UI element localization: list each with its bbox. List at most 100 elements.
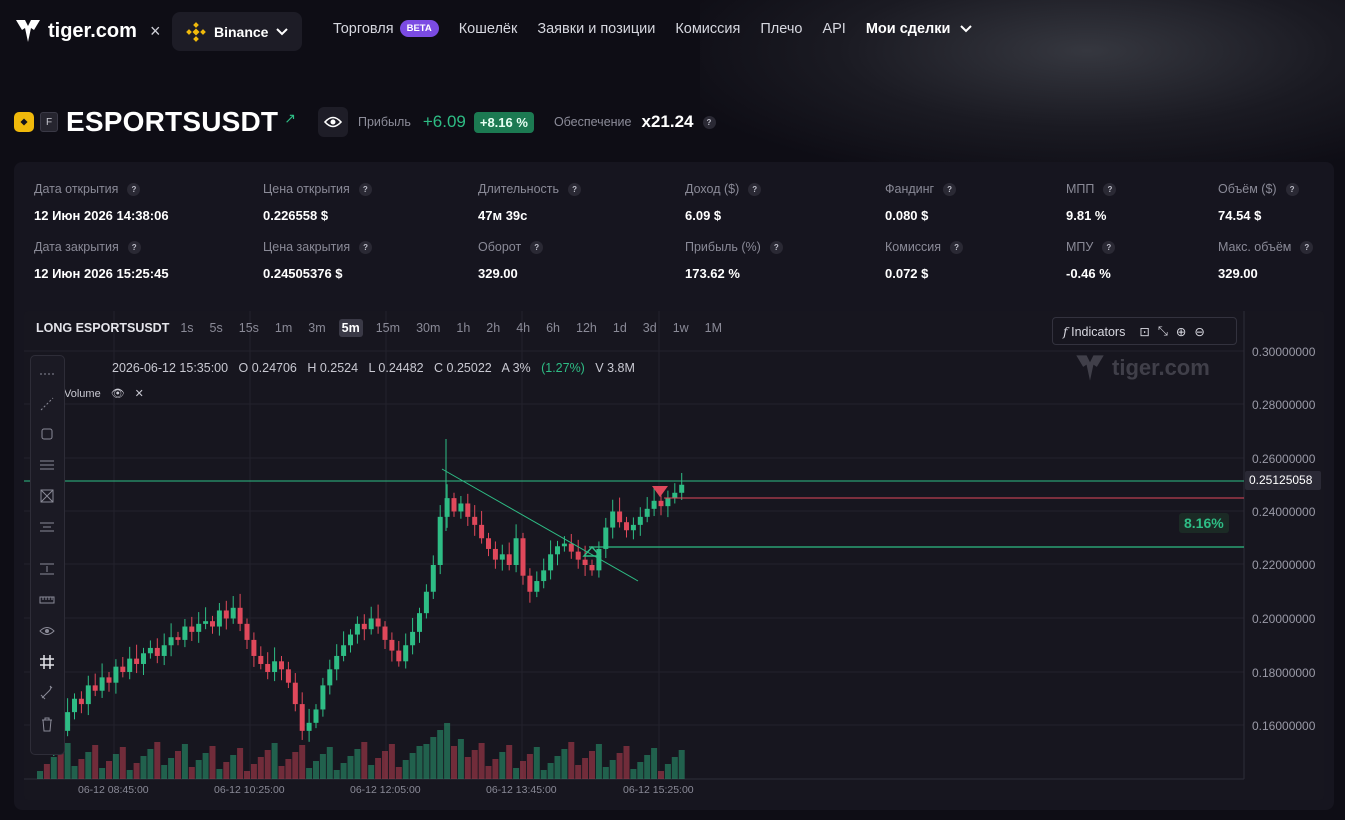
eye-icon[interactable]: 👁 [111,387,125,400]
timeframe-1M[interactable]: 1M [702,319,725,337]
trash-icon[interactable] [39,716,55,732]
zoom-in-icon[interactable]: ⊕ [1176,324,1186,339]
candle-body [348,634,353,646]
volume-bar [547,763,554,779]
volume-bar [340,763,347,779]
timeframe-1s[interactable]: 1s [177,319,196,337]
timeframe-15m[interactable]: 15m [373,319,403,337]
volume-bar [375,758,382,779]
timeframe-2h[interactable]: 2h [483,319,503,337]
fullscreen-icon[interactable]: ⤡ [1158,324,1168,339]
candlestick-chart[interactable] [24,311,1324,800]
timeframe-1h[interactable]: 1h [453,319,473,337]
candle-body [492,548,498,560]
timeframe-1m[interactable]: 1m [272,319,295,337]
timeframe-5s[interactable]: 5s [207,319,226,337]
help-icon[interactable]: ? [748,183,762,197]
nav-my-trades[interactable]: Мои сделки [866,21,973,37]
magnet-icon[interactable] [39,685,55,701]
help-icon[interactable]: ? [950,241,964,255]
price-chart[interactable]: LONG ESPORTSUSDT 1s 5s 15s 1m 3m 5m 15m 30m 1h 2h… [24,311,1324,800]
trendline-icon[interactable] [39,396,55,412]
stat-value: 6.09 $ [685,208,722,224]
help-icon[interactable]: ? [1285,183,1299,197]
candle-body [120,666,126,672]
candle-body [527,575,533,592]
visibility-toggle[interactable] [317,107,348,137]
timeframe-6h[interactable]: 6h [543,319,563,337]
eye-icon[interactable] [39,623,55,639]
volume-bar [575,765,582,779]
time-label: 06-12 12:05:00 [350,784,421,796]
crosshair-icon[interactable] [39,366,55,382]
volume-bar [257,757,264,779]
help-icon[interactable]: ? [127,241,141,255]
candle-body [141,653,146,664]
close-icon[interactable]: ✕ [135,387,144,400]
zoom-out-icon[interactable]: ⊖ [1194,324,1204,339]
help-icon[interactable]: ? [358,183,372,197]
price-label: 0.18000000 [1252,666,1316,680]
rectangle-icon[interactable] [39,426,55,442]
candle-body [444,498,450,517]
nav-trading[interactable]: Торговля [333,21,394,37]
nav-leverage[interactable]: Плечо [760,21,802,37]
help-icon[interactable]: ? [769,241,783,255]
timeframe-4h[interactable]: 4h [513,319,533,337]
indicators-button[interactable]: f Indicators [1063,324,1125,339]
volume-bar [540,770,547,779]
brand-logo[interactable]: tiger.com [14,18,137,44]
help-icon[interactable]: ? [127,183,141,197]
nav-api[interactable]: API [822,21,845,37]
candle-body [637,516,643,525]
exchange-selector[interactable]: Binance [172,12,302,51]
nav-commission[interactable]: Комиссия [675,21,740,37]
timeframe-5m[interactable]: 5m [338,319,363,337]
volume-bar [354,749,361,779]
timeframe-1d[interactable]: 1d [610,319,630,337]
external-link-icon[interactable]: ↗ [284,110,296,127]
fib-lines-icon[interactable] [39,457,55,473]
stat-mpp: МПП? 9.81 % [1066,182,1117,223]
stat-value: 173.62 % [685,266,740,282]
volume-bar [589,751,595,779]
nav-orders-positions[interactable]: Заявки и позиции [537,21,655,37]
candle-body [175,637,181,640]
volume-bar [319,754,326,779]
timeframe-30m[interactable]: 30m [413,319,443,337]
text-icon[interactable] [39,519,55,535]
timeframe-12h[interactable]: 12h [573,319,600,337]
timeframe-3m[interactable]: 3m [305,319,328,337]
help-icon[interactable]: ? [1300,241,1314,255]
volume-bar [237,748,244,779]
candle-body [299,704,305,731]
help-icon[interactable]: ? [530,241,544,255]
volume-bar [154,742,161,779]
binance-icon [186,21,206,42]
pattern-icon[interactable] [39,488,55,504]
grid-icon[interactable] [39,654,55,670]
ohlc-low: L 0.24482 [368,361,424,375]
timeframe-1w[interactable]: 1w [670,319,692,337]
help-icon[interactable]: ? [359,241,373,255]
ruler-icon[interactable] [39,592,55,608]
timeframe-15s[interactable]: 15s [236,319,262,337]
timeframe-3d[interactable]: 3d [640,319,660,337]
volume-bar [637,762,644,779]
volume-bar [195,760,202,779]
help-icon[interactable]: ? [702,115,716,129]
time-label: 06-12 13:45:00 [486,784,557,796]
help-icon[interactable]: ? [568,183,582,197]
screenshot-icon[interactable]: ⊡ [1139,324,1149,339]
volume-bar [92,745,99,779]
help-icon[interactable]: ? [1103,183,1117,197]
measure-icon[interactable] [39,561,55,577]
help-icon[interactable]: ? [1102,241,1116,255]
nav-wallet[interactable]: Кошелёк [459,21,518,37]
candle-body [403,645,409,662]
profit-value: +6.09 [422,112,466,131]
watermark: tiger.com [1074,353,1210,383]
help-icon[interactable]: ? [943,183,957,197]
function-icon: f [1063,323,1068,339]
candle-body [127,658,133,672]
